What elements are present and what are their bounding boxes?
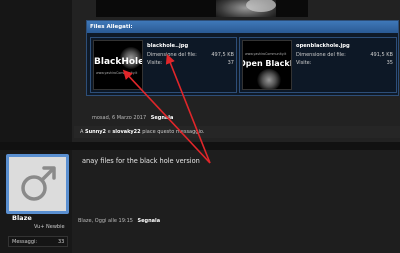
post-body-text: anay files for the black hole version — [82, 157, 200, 165]
likes-summary: A Sunny2 e slovaky22 piace questo messag… — [80, 129, 204, 135]
thumbnail-logo-text: Open BlackHole — [243, 59, 291, 68]
attachment-filename[interactable]: openblackhole.jpg — [296, 43, 350, 49]
messages-label: Messaggi: — [12, 239, 38, 245]
avatar[interactable] — [9, 157, 66, 211]
messages-count: 33 — [58, 239, 65, 245]
report-link[interactable]: Segnala — [151, 115, 174, 121]
thumbnail-url-text: www.yashiroCommunity.it — [245, 52, 287, 56]
attachment-views-value: 37 — [227, 60, 234, 66]
post-divider — [0, 142, 400, 150]
post-date: mosad, 6 Marzo 2017 — [92, 115, 147, 121]
attachment-size-value: 491,5 KB — [370, 52, 393, 58]
likes-suffix: piace questo messaggio. — [142, 129, 205, 135]
attachment-item[interactable]: Open BlackHole www.yashiroCommunity.it o… — [239, 37, 397, 93]
attachment-size-label: Dimensione del file: — [296, 52, 346, 58]
attachment-thumbnail[interactable]: BlackHole www.yashiroCommunity.it — [93, 40, 143, 90]
thumbnail-logo-text: BlackHole — [94, 57, 143, 67]
post-meta-line: mosad, 6 Marzo 2017 Segnala — [92, 115, 173, 121]
user-title: Vu+ Newbie — [34, 224, 65, 230]
post-content — [72, 150, 400, 253]
attachment-size-label: Dimensione del file: — [147, 52, 197, 58]
attachment-item[interactable]: BlackHole www.yashiroCommunity.it blackh… — [90, 37, 237, 93]
post-image[interactable] — [96, 0, 308, 17]
attachment-filename[interactable]: blackhole..jpg — [147, 43, 188, 49]
attachment-views-value: 35 — [386, 60, 393, 66]
attachments-header: Files Allegati: — [87, 21, 398, 33]
username[interactable]: Blaze — [12, 214, 32, 222]
attachment-views-label: Visite: — [296, 60, 312, 66]
liker-link[interactable]: Sunny2 — [85, 129, 106, 135]
post-footer: Blaze, Oggi alle 19:15 Segnala — [78, 218, 160, 224]
attachment-thumbnail[interactable]: Open BlackHole www.yashiroCommunity.it — [242, 40, 292, 90]
avatar-frame[interactable] — [6, 154, 69, 214]
attachments-panel: Files Allegati: BlackHole www.yashiroCom… — [86, 20, 399, 96]
attachment-size-value: 497,5 KB — [211, 52, 234, 58]
likes-conjunction: e — [107, 129, 111, 135]
user-column-previous — [0, 0, 72, 142]
attachment-views-label: Visite: — [147, 60, 163, 66]
likes-prefix: A — [80, 129, 84, 135]
thumbnail-url-text: www.yashiroCommunity.it — [96, 71, 138, 75]
post-author-time: Blaze, Oggi alle 19:15 — [78, 218, 133, 224]
report-link[interactable]: Segnala — [138, 218, 161, 224]
liker-link[interactable]: slovaky22 — [112, 129, 140, 135]
male-symbol-icon — [21, 166, 56, 201]
